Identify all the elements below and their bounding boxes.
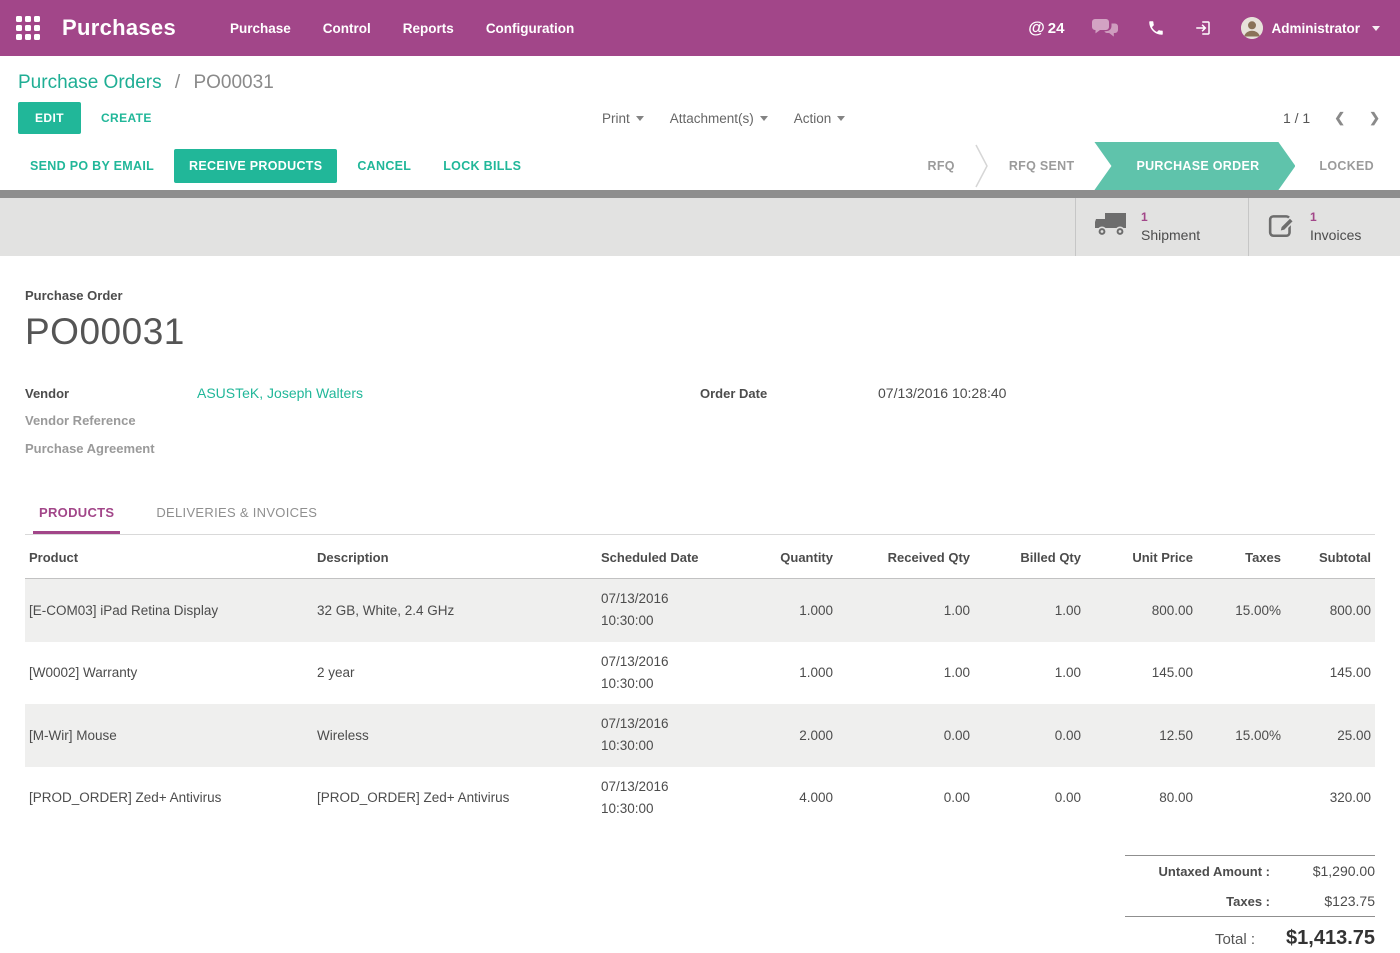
col-subtotal: Subtotal <box>1285 535 1375 579</box>
pager-value: 1 / 1 <box>1283 110 1310 126</box>
col-billed-qty: Billed Qty <box>974 535 1085 579</box>
taxes-label: Taxes : <box>1125 894 1270 909</box>
main-menu: Purchase Control Reports Configuration <box>230 21 574 36</box>
page-title: PO00031 <box>25 311 1375 353</box>
pager-next-icon[interactable]: ❯ <box>1369 110 1380 126</box>
tab-products[interactable]: PRODUCTS <box>33 495 120 534</box>
state-separator-icon <box>975 142 989 190</box>
chat-icon[interactable] <box>1092 18 1119 38</box>
col-quantity: Quantity <box>717 535 837 579</box>
pager: 1 / 1 ❮ ❯ <box>1283 110 1380 126</box>
breadcrumb-current: PO00031 <box>193 72 273 93</box>
pager-previous-icon[interactable]: ❮ <box>1334 110 1345 126</box>
app-title: Purchases <box>62 15 176 41</box>
col-unit-price: Unit Price <box>1085 535 1197 579</box>
menu-control[interactable]: Control <box>323 21 371 36</box>
col-received-qty: Received Qty <box>837 535 974 579</box>
send-po-by-email-button[interactable]: SEND PO BY EMAIL <box>18 150 166 182</box>
chevron-down-icon <box>760 116 768 121</box>
total-label: Total : <box>1125 931 1255 948</box>
table-row[interactable]: [PROD_ORDER] Zed+ Antivirus [PROD_ORDER]… <box>25 767 1375 830</box>
vendor-label: Vendor <box>25 386 197 401</box>
print-dropdown[interactable]: Print <box>602 111 644 126</box>
mention-icon: @ <box>1028 18 1045 38</box>
top-nav-bar: Purchases Purchase Control Reports Confi… <box>0 0 1400 56</box>
taxes-value: $123.75 <box>1270 893 1375 909</box>
phone-icon[interactable] <box>1147 19 1165 37</box>
totals-block: Untaxed Amount : $1,290.00 Taxes : $123.… <box>1125 855 1375 953</box>
breadcrumb-separator: / <box>175 72 180 93</box>
chevron-down-icon <box>1372 26 1380 31</box>
order-lines-table: Product Description Scheduled Date Quant… <box>25 535 1375 829</box>
invoices-label: Invoices <box>1310 226 1361 244</box>
avatar <box>1241 17 1263 39</box>
breadcrumb-purchase-orders[interactable]: Purchase Orders <box>18 72 162 93</box>
notebook-tabs: PRODUCTS DELIVERIES & INVOICES <box>25 495 1375 535</box>
state-rfq[interactable]: RFQ <box>908 142 975 190</box>
create-button[interactable]: CREATE <box>101 111 152 125</box>
invoices-count: 1 <box>1310 210 1361 226</box>
shipment-label: Shipment <box>1141 226 1200 244</box>
truck-icon <box>1094 211 1128 243</box>
receive-products-button[interactable]: RECEIVE PRODUCTS <box>174 149 337 183</box>
untaxed-amount-label: Untaxed Amount : <box>1125 864 1270 879</box>
mention-counter[interactable]: @ 24 <box>1028 18 1064 38</box>
total-value: $1,413.75 <box>1255 927 1375 950</box>
state-pipeline: RFQ RFQ SENT PURCHASE ORDER LOCKED <box>908 142 1400 190</box>
edit-button[interactable]: EDIT <box>18 102 81 134</box>
col-scheduled-date: Scheduled Date <box>597 535 717 579</box>
tab-deliveries-invoices[interactable]: DELIVERIES & INVOICES <box>150 495 323 534</box>
menu-reports[interactable]: Reports <box>403 21 454 36</box>
table-row[interactable]: [W0002] Warranty 2 year 07/13/201610:30:… <box>25 642 1375 705</box>
vendor-reference-label: Vendor Reference <box>25 413 197 428</box>
statusbar: SEND PO BY EMAIL RECEIVE PRODUCTS CANCEL… <box>0 142 1400 190</box>
order-date-value: 07/13/2016 10:28:40 <box>878 385 1006 401</box>
invoices-stat-button[interactable]: 1 Invoices <box>1248 198 1400 256</box>
statusbar-shadow <box>0 190 1400 198</box>
control-panel: EDIT CREATE Print Attachment(s) Action 1… <box>0 94 1400 142</box>
chevron-down-icon <box>636 116 644 121</box>
lock-bills-button[interactable]: LOCK BILLS <box>431 150 533 182</box>
menu-configuration[interactable]: Configuration <box>486 21 574 36</box>
stat-button-band: 1 Shipment 1 Invoices <box>0 198 1400 256</box>
cancel-button[interactable]: CANCEL <box>345 150 423 182</box>
state-locked[interactable]: LOCKED <box>1295 142 1400 190</box>
table-row[interactable]: [M-Wir] Mouse Wireless 07/13/201610:30:0… <box>25 704 1375 767</box>
edit-note-icon <box>1267 211 1297 244</box>
sign-in-icon[interactable] <box>1193 19 1213 37</box>
chevron-down-icon <box>837 116 845 121</box>
user-menu[interactable]: Administrator <box>1241 17 1380 39</box>
purchase-agreement-label: Purchase Agreement <box>25 441 197 456</box>
attachments-dropdown[interactable]: Attachment(s) <box>670 111 768 126</box>
col-taxes: Taxes <box>1197 535 1285 579</box>
shipment-count: 1 <box>1141 210 1200 226</box>
mention-count: 24 <box>1048 20 1065 37</box>
menu-purchase[interactable]: Purchase <box>230 21 291 36</box>
col-description: Description <box>313 535 597 579</box>
col-product: Product <box>25 535 313 579</box>
document-sheet: Purchase Order PO00031 Vendor ASUSTeK, J… <box>0 256 1400 953</box>
vendor-value[interactable]: ASUSTeK, Joseph Walters <box>197 385 363 401</box>
breadcrumb: Purchase Orders / PO00031 <box>0 56 1400 94</box>
order-date-label: Order Date <box>700 386 878 401</box>
user-name: Administrator <box>1271 21 1360 36</box>
state-rfq-sent[interactable]: RFQ SENT <box>989 142 1095 190</box>
shipment-stat-button[interactable]: 1 Shipment <box>1075 198 1248 256</box>
state-purchase-order[interactable]: PURCHASE ORDER <box>1094 142 1295 190</box>
untaxed-amount-value: $1,290.00 <box>1270 863 1375 879</box>
table-row[interactable]: [E-COM03] iPad Retina Display 32 GB, Whi… <box>25 579 1375 642</box>
apps-grid-icon[interactable] <box>16 16 42 40</box>
action-dropdown[interactable]: Action <box>794 111 846 126</box>
document-type-label: Purchase Order <box>25 288 1375 303</box>
